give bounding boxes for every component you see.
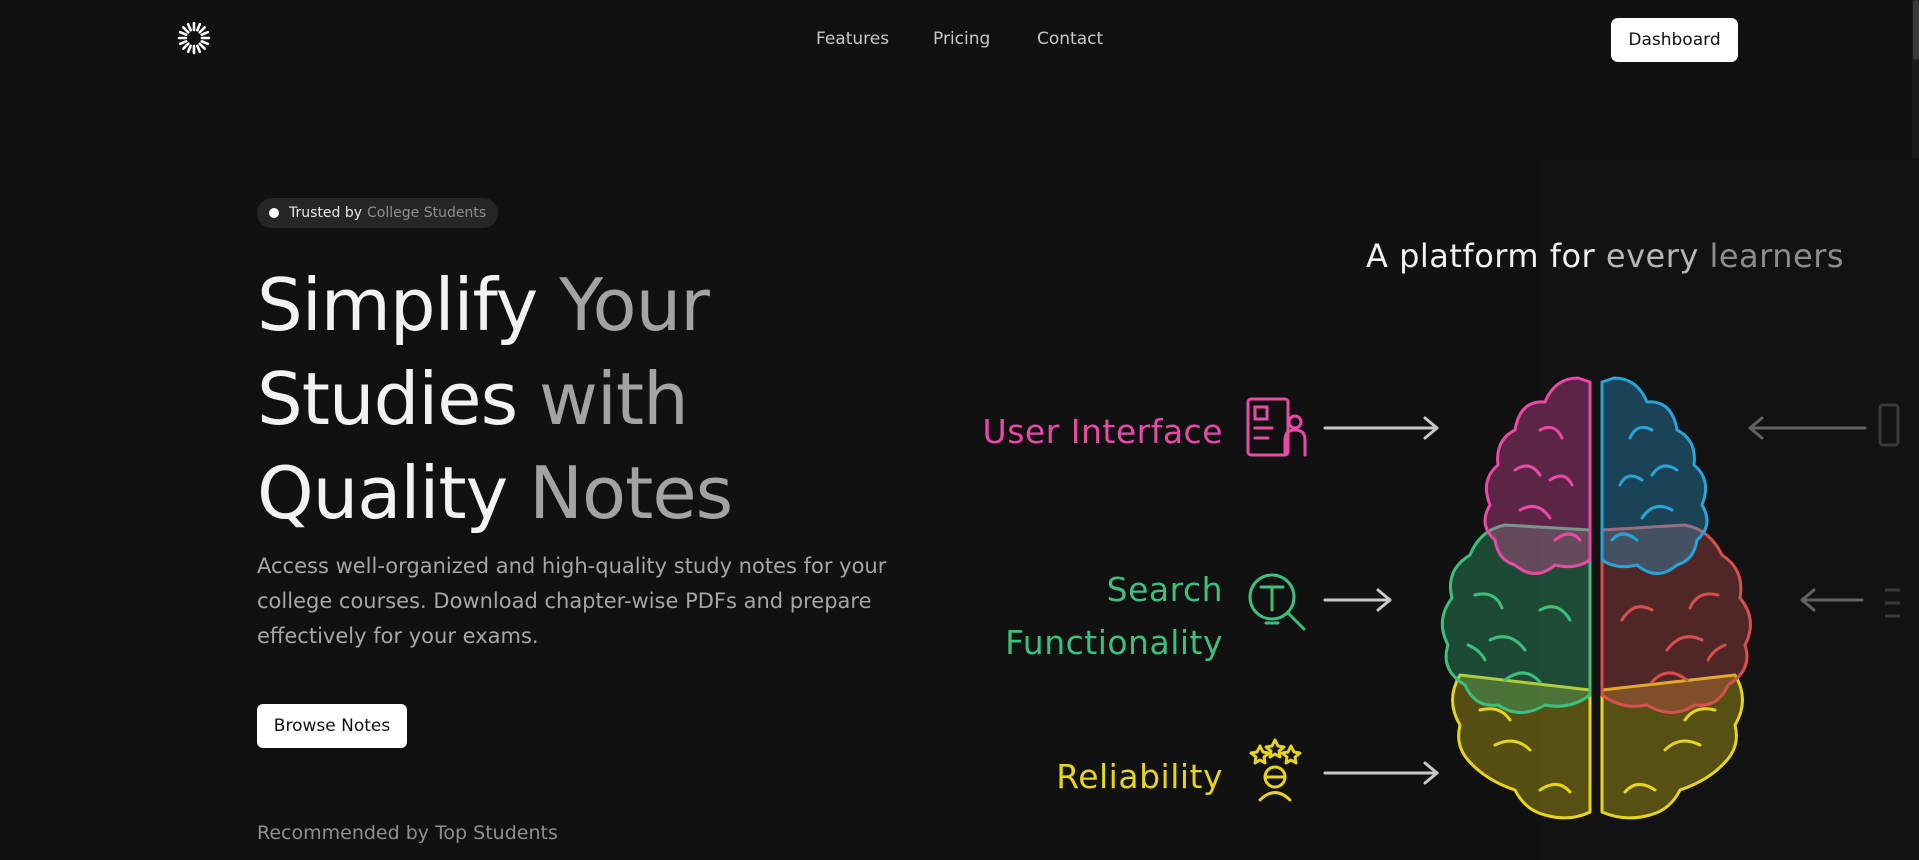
headline-line1-b: Your [559, 263, 710, 347]
brain-illustration [1246, 376, 1900, 820]
browse-notes-button[interactable]: Browse Notes [257, 704, 407, 748]
feature-label-search: Search Functionality [963, 563, 1223, 669]
headline-line2-b: with [538, 357, 689, 441]
badge-text-strong: Trusted by [289, 205, 363, 221]
scrollbar-thumb[interactable] [1913, 0, 1919, 60]
stars-person-icon [1249, 738, 1302, 802]
recommended-text: Recommended by Top Students [257, 822, 558, 844]
nav-link-pricing[interactable]: Pricing [933, 29, 990, 49]
profile-card-icon [1246, 397, 1307, 457]
nav-link-contact[interactable]: Contact [1037, 29, 1103, 49]
logo-icon[interactable] [177, 21, 211, 55]
brain-right-hemisphere [1600, 376, 1752, 820]
feature-label-search-line2: Functionality [1005, 623, 1223, 662]
feature-label-search-line1: Search [1106, 570, 1223, 609]
feature-label-user-interface: User Interface [982, 412, 1223, 451]
illustration-title-b: every [1605, 237, 1710, 275]
headline-line1-a: Simplify [257, 263, 560, 347]
trusted-badge: Trusted by College Students [257, 198, 499, 228]
badge-dot-icon [269, 208, 279, 218]
hero-headline: Simplify Your Studies with Quality Notes [257, 258, 917, 540]
feature-label-reliability: Reliability [1056, 757, 1223, 796]
arrow-right-icon [1323, 416, 1439, 785]
brain-left-hemisphere [1440, 376, 1592, 820]
headline-line3-b: Notes [529, 451, 733, 535]
dashboard-button[interactable]: Dashboard [1611, 18, 1738, 62]
search-magnifier-icon [1248, 573, 1306, 631]
illustration-title-c: learners [1709, 237, 1845, 275]
arrow-left-icon [1748, 416, 1867, 612]
nav-link-features[interactable]: Features [816, 29, 889, 49]
illustration-title-a: A platform for [1366, 237, 1606, 275]
faded-right-icons [1878, 403, 1900, 618]
illustration-title: A platform for every learners [1366, 237, 1844, 275]
badge-text-muted: College Students [367, 205, 487, 221]
headline-line2-a: Studies [257, 357, 539, 441]
headline-line3-a: Quality [257, 451, 530, 535]
hero-description: Access well-organized and high-quality s… [257, 554, 887, 648]
